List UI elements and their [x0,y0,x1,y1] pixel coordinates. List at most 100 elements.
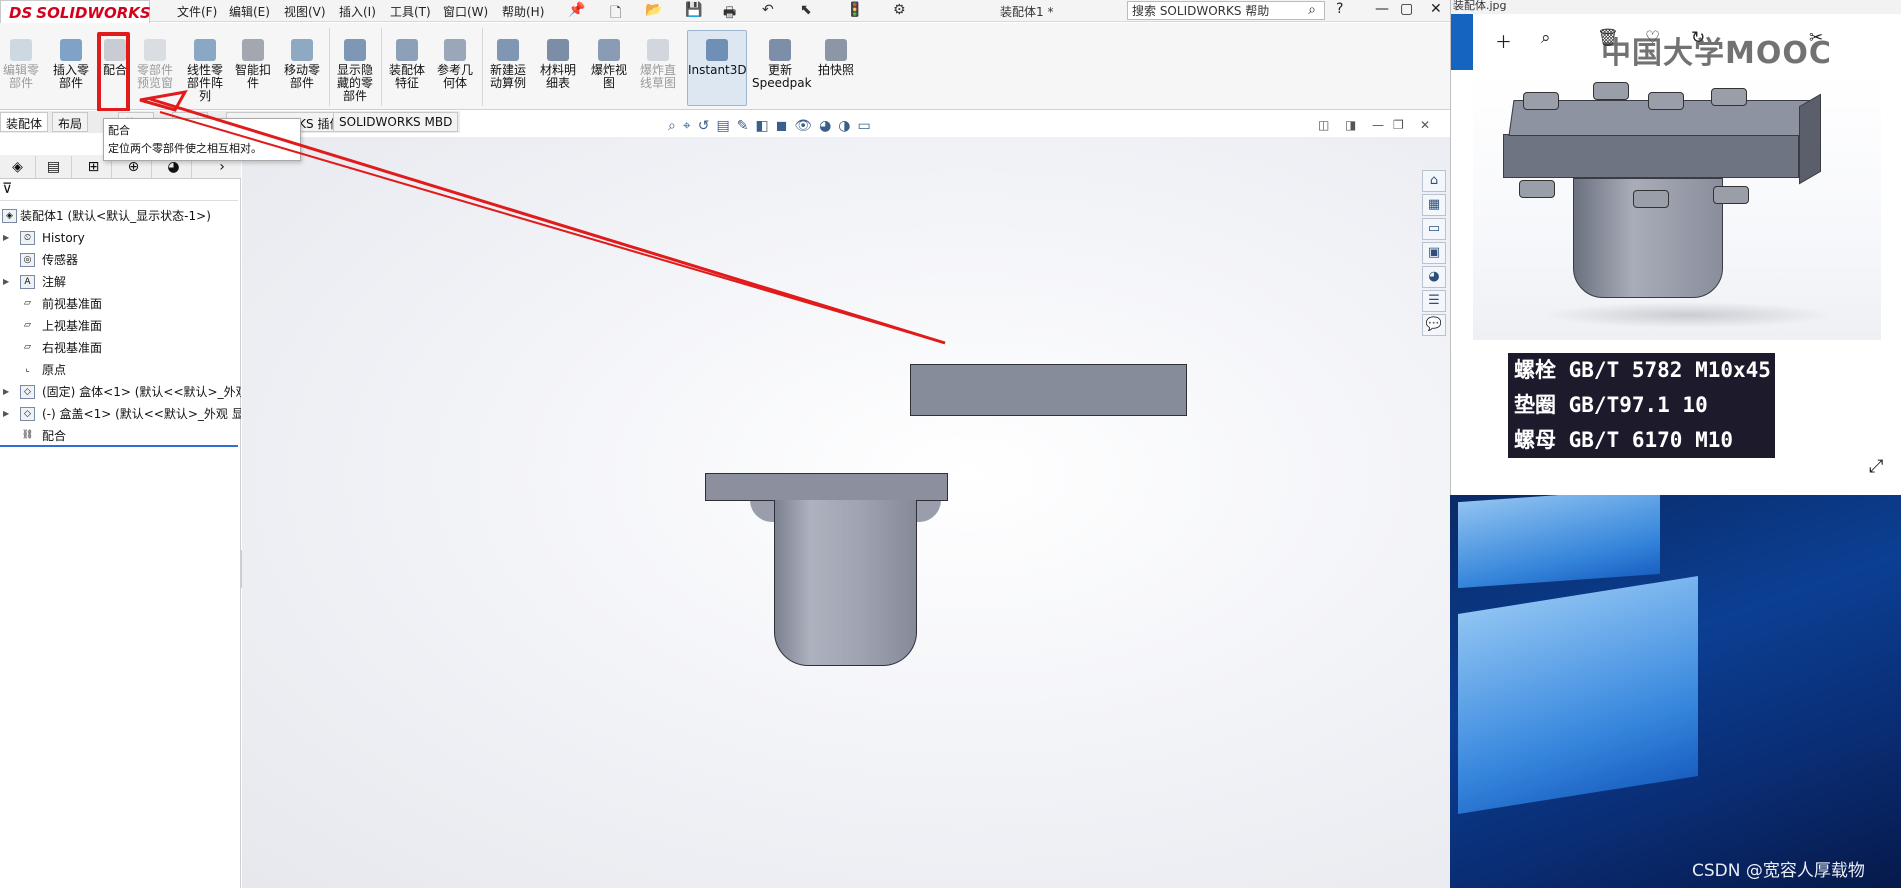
menu-tools[interactable]: 工具(T) [390,3,431,20]
add-icon[interactable]: ＋ [1495,28,1512,53]
expand-arrow-icon[interactable]: ▶ [3,382,9,402]
menu-window[interactable]: 窗口(W) [443,3,488,20]
solidworks-logo[interactable]: DS SOLIDWORKS [0,0,151,25]
move-component-button[interactable]: 移动零 部件 [280,39,324,107]
component-preview-button[interactable]: 零部件 预览窗 [134,39,176,107]
viewport-restore-icon[interactable]: ❐ [1393,118,1404,132]
tree-item-box-body[interactable]: ▶ ◇ (固定) 盒体<1> (默认<<默认>_外观 [0,382,241,402]
tree-item-history[interactable]: ▶ ⏲ History [0,228,241,248]
edit-appearance-icon[interactable]: ◕ [819,118,831,134]
viewport-split-icon[interactable]: ◫ [1318,118,1329,132]
viewport-minimize-icon[interactable]: — [1372,118,1384,132]
tree-item-origin[interactable]: ⌞ 原点 [0,360,241,380]
hide-show-items-icon[interactable]: 👁 [794,118,812,134]
tooltip-description: 定位两个零部件使之相互相对。 [108,142,262,155]
new-motion-study-button[interactable]: 新建运 动算例 [486,39,530,107]
tooltip-title: 配合 [108,124,130,137]
explode-line-sketch-icon [647,39,669,61]
expand-arrow-icon[interactable]: ▶ [3,228,9,248]
section-view-icon[interactable]: ▤ [716,118,729,134]
take-snapshot-button[interactable]: 拍快照 [814,39,858,107]
filter-icon[interactable]: ⊽ [2,181,12,197]
tree-item-box-lid[interactable]: ▶ ◇ (-) 盒盖<1> (默认<<默认>_外观 显: [0,404,241,424]
previous-view-icon[interactable]: ↺ [698,118,710,134]
view-palette-icon[interactable]: ▣ [1422,242,1446,264]
help-search-box[interactable]: 搜索 SOLIDWORKS 帮助 ⌕ [1127,1,1325,20]
design-library-icon[interactable]: ▦ [1422,194,1446,216]
open-icon[interactable]: 📂 [645,2,662,18]
appearances-icon[interactable]: ◕ [1422,266,1446,288]
pin-icon[interactable]: 📌 [568,2,585,18]
smart-fasteners-button[interactable]: 智能扣 件 [232,39,274,107]
edit-component-button[interactable]: 编辑零 部件 [0,39,42,107]
zoom-to-area-icon[interactable]: ⌖ [683,118,691,134]
view-orientation-icon[interactable]: ◧ [755,118,768,134]
file-explorer-icon[interactable]: ▭ [1422,218,1446,240]
assembly-features-button[interactable]: 装配体 特征 [385,39,429,107]
rebuild-icon[interactable]: 🚦 [846,2,863,18]
view-settings-icon[interactable]: ▭ [858,118,871,134]
tab-assembly[interactable]: 装配体 [0,112,49,132]
tab-layout[interactable]: 布局 [52,112,89,132]
insert-components-button[interactable]: 插入零 部件 [48,39,94,107]
viewport-close-icon[interactable]: ✕ [1420,118,1430,132]
save-icon[interactable]: 💾 [685,2,702,18]
tab-solidworks-mbd[interactable]: SOLIDWORKS MBD [333,112,459,132]
tree-item-mates[interactable]: ⛓ 配合 [0,426,241,446]
home-icon[interactable]: ⌂ [1422,170,1446,192]
tree-item-annotations[interactable]: ▶ A 注解 [0,272,241,292]
tree-item-front-plane[interactable]: ▱ 前视基准面 [0,294,241,314]
help-search-input[interactable]: 搜索 SOLIDWORKS 帮助 [1132,2,1269,19]
tree-item-right-plane[interactable]: ▱ 右视基准面 [0,338,241,358]
ribbon-divider [381,28,382,106]
search-icon[interactable]: ⌕ [1308,2,1316,18]
tree-item-top-plane[interactable]: ▱ 上视基准面 [0,316,241,336]
expand-icon[interactable]: ⤢ [1869,456,1883,477]
part-box-flange[interactable] [705,473,948,501]
menu-help[interactable]: 帮助(H) [502,3,544,20]
menu-insert[interactable]: 插入(I) [339,3,376,20]
close-icon[interactable]: ✕ [1430,1,1442,17]
part-box-body[interactable] [774,500,917,666]
part-box-lid[interactable] [910,364,1187,416]
help-question-icon[interactable]: ? [1336,1,1343,17]
options-gear-icon[interactable]: ⚙ [893,2,906,18]
tree-filter[interactable]: ⊽ [0,181,238,201]
forum-icon[interactable]: 💬 [1422,314,1446,336]
undo-icon[interactable]: ↶ [762,2,774,18]
zoom-to-fit-icon[interactable]: ⌕ [668,118,676,134]
viewport-link-icon[interactable]: ◨ [1345,118,1356,132]
instant3d-button[interactable]: Instant3D [687,30,747,106]
linear-pattern-button[interactable]: 线性零 部件阵 列 [183,39,227,107]
graphics-area[interactable] [242,137,1450,888]
maximize-icon[interactable]: ▢ [1400,1,1413,17]
tree-root-assembly[interactable]: ◈ 装配体1 (默认<默认_显示状态-1>) [0,206,241,226]
display-style-icon[interactable]: ◼ [776,118,788,134]
dynamic-annotation-icon[interactable]: ✎ [737,118,749,134]
zoom-icon[interactable]: ⌕ [1541,28,1551,48]
show-hidden-components-button[interactable]: 显示隐 藏的零 部件 [333,39,377,107]
linear-pattern-icon [194,39,216,61]
plane-icon: ▱ [24,298,31,308]
expand-arrow-icon[interactable]: ▶ [3,272,9,292]
reference-geometry-icon [444,39,466,61]
tree-item-sensors[interactable]: ◎ 传感器 [0,250,241,270]
update-speedpak-button[interactable]: 更新 Speedpak [752,39,812,107]
menu-file[interactable]: 文件(F) [177,3,217,20]
property-manager-tab-icon[interactable]: ▤ [36,156,72,178]
tree-rollback-bar[interactable] [0,445,238,447]
feature-manager-tab-icon[interactable]: ◈ [0,156,36,178]
menu-view[interactable]: 视图(V) [284,3,326,20]
csdn-watermark: CSDN @宽容人厚载物 [1692,861,1865,881]
minimize-icon[interactable]: — [1375,1,1389,17]
custom-properties-icon[interactable]: ☰ [1422,290,1446,312]
reference-geometry-button[interactable]: 参考几 何体 [433,39,477,107]
bom-button[interactable]: 材料明 细表 [536,39,580,107]
apply-scene-icon[interactable]: ◑ [838,118,850,134]
select-icon[interactable]: ⬉ [800,2,812,18]
exploded-view-button[interactable]: 爆炸视 图 [587,39,631,107]
viewer-accent-bar [1451,14,1473,70]
menu-edit[interactable]: 编辑(E) [229,3,270,20]
explode-line-sketch-button[interactable]: 爆炸直 线草图 [636,39,680,107]
expand-arrow-icon[interactable]: ▶ [3,404,9,424]
